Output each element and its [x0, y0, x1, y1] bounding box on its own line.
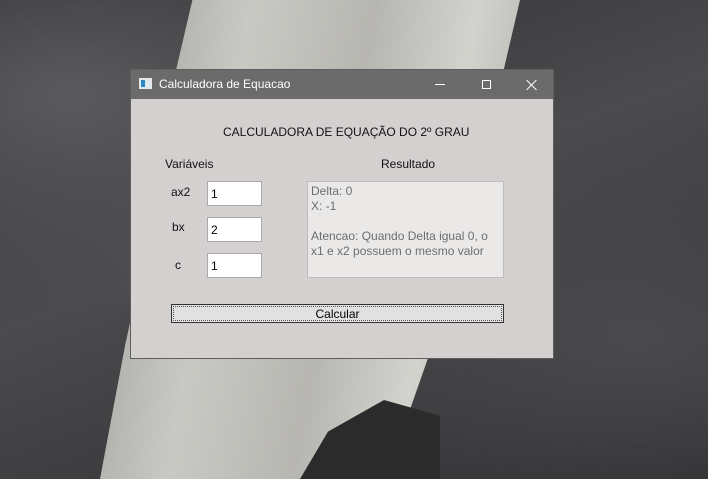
calculate-button[interactable]: Calcular — [171, 304, 504, 323]
c-label: c — [175, 258, 181, 272]
minimize-button[interactable] — [417, 70, 463, 99]
app-window: Calculadora de Equacao CALCULADORA DE EQ… — [130, 69, 554, 359]
result-line — [311, 214, 500, 229]
b-label: bx — [172, 220, 185, 234]
a-input[interactable] — [207, 181, 262, 206]
b-input[interactable] — [207, 217, 262, 242]
calculate-button-label: Calcular — [173, 306, 502, 321]
minimize-icon — [435, 84, 445, 85]
result-label: Resultado — [381, 157, 436, 171]
close-icon — [526, 79, 538, 91]
form-body: CALCULADORA DE EQUAÇÃO DO 2º GRAU Variáv… — [131, 99, 553, 359]
result-line: X: -1 — [311, 199, 337, 213]
window-title: Calculadora de Equacao — [159, 77, 291, 91]
title-bar[interactable]: Calculadora de Equacao — [131, 70, 553, 99]
page-title: CALCULADORA DE EQUAÇÃO DO 2º GRAU — [223, 125, 470, 139]
c-input[interactable] — [207, 253, 262, 278]
app-icon — [139, 78, 152, 89]
a-label: ax2 — [171, 185, 191, 199]
result-textbox[interactable]: Delta: 0 X: -1 Atencao: Quando Delta igu… — [307, 181, 504, 278]
result-line: Atencao: Quando Delta igual 0, o x1 e x2… — [311, 229, 488, 258]
result-line: Delta: 0 — [311, 184, 353, 198]
maximize-icon — [481, 80, 491, 89]
variables-label: Variáveis — [165, 157, 214, 171]
close-button[interactable] — [509, 70, 555, 99]
maximize-button[interactable] — [463, 70, 509, 99]
